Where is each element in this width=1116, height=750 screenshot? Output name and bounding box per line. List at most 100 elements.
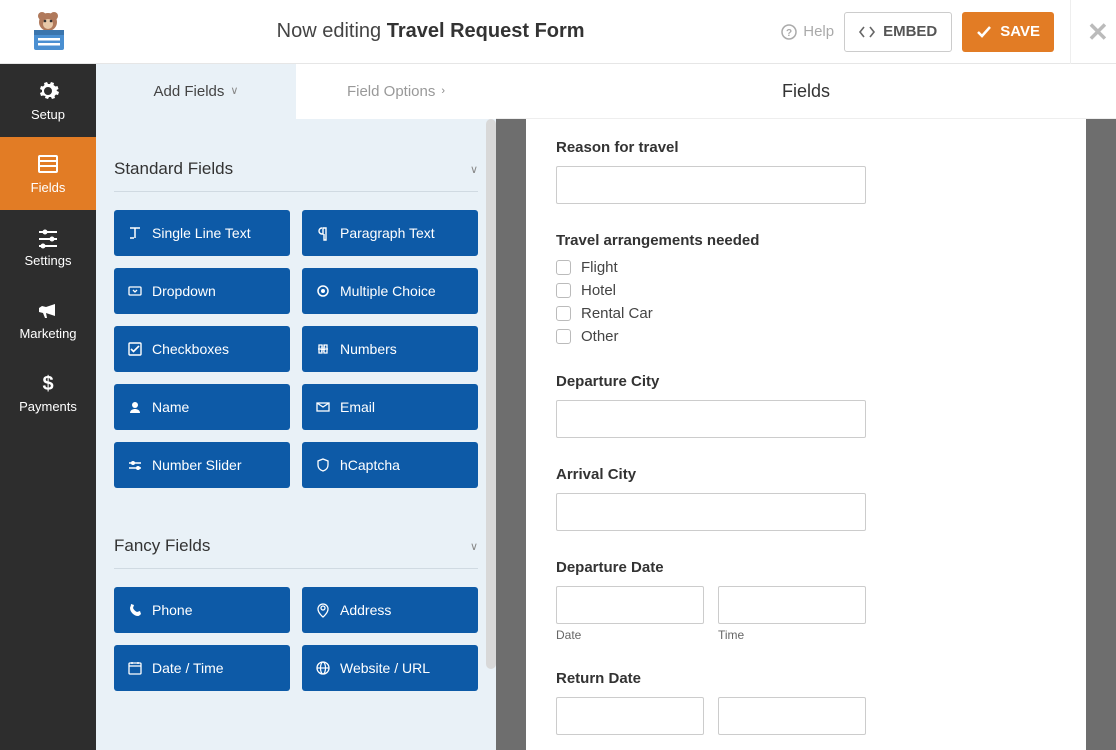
field-type-website-url[interactable]: Website / URL xyxy=(302,645,478,691)
field-type-address[interactable]: Address xyxy=(302,587,478,633)
time-input[interactable] xyxy=(718,697,866,735)
field-reason[interactable]: Reason for travel xyxy=(556,139,1056,204)
close-button[interactable]: ✕ xyxy=(1070,0,1100,64)
chevron-down-icon: ∨ xyxy=(470,540,478,553)
field-type-label: Paragraph Text xyxy=(340,225,435,241)
field-type-phone[interactable]: Phone xyxy=(114,587,290,633)
address-icon xyxy=(316,603,330,617)
text-input[interactable] xyxy=(556,400,866,438)
field-type-label: Website / URL xyxy=(340,660,430,676)
field-label: Reason for travel xyxy=(556,139,1056,156)
field-type-paragraph-text[interactable]: Paragraph Text xyxy=(302,210,478,256)
field-arrival-city[interactable]: Arrival City xyxy=(556,466,1056,531)
sliders-icon xyxy=(36,225,60,249)
field-type-label: Single Line Text xyxy=(152,225,251,241)
field-type-hcaptcha[interactable]: hCaptcha xyxy=(302,442,478,488)
field-type-label: Address xyxy=(340,602,391,618)
tab-add-fields[interactable]: Add Fields ∨ xyxy=(96,64,296,119)
hcaptcha-icon xyxy=(316,458,330,472)
date-input[interactable] xyxy=(556,697,704,735)
checkbox-label: Flight xyxy=(581,259,618,276)
svg-text:?: ? xyxy=(786,28,792,39)
sidebar-item-fields[interactable]: Fields xyxy=(0,137,96,210)
sidebar-item-setup[interactable]: Setup xyxy=(0,64,96,137)
numbers-icon: # xyxy=(316,342,330,356)
field-type-date-time[interactable]: Date / Time xyxy=(114,645,290,691)
field-arrangements[interactable]: Travel arrangements needed FlightHotelRe… xyxy=(556,232,1056,345)
svg-text:#: # xyxy=(320,344,325,354)
embed-button[interactable]: EMBED xyxy=(844,12,952,52)
checkbox-input[interactable] xyxy=(556,283,571,298)
field-type-label: Checkboxes xyxy=(152,341,229,357)
save-button[interactable]: SAVE xyxy=(962,12,1054,52)
text-input[interactable] xyxy=(556,166,866,204)
field-type-number-slider[interactable]: Number Slider xyxy=(114,442,290,488)
help-icon: ? xyxy=(781,24,797,40)
date-time-icon xyxy=(128,661,142,675)
checkbox-input[interactable] xyxy=(556,260,571,275)
form-icon xyxy=(36,152,60,176)
checkbox-input[interactable] xyxy=(556,306,571,321)
field-departure-city[interactable]: Departure City xyxy=(556,373,1056,438)
panel-scrollbar[interactable] xyxy=(486,119,496,669)
phone-icon xyxy=(128,603,142,617)
sidebar-item-marketing[interactable]: Marketing xyxy=(0,283,96,356)
sidebar-label: Setup xyxy=(31,107,65,122)
field-label: Arrival City xyxy=(556,466,1056,483)
bullhorn-icon xyxy=(36,298,60,322)
checkbox-option[interactable]: Rental Car xyxy=(556,305,1056,322)
text-input[interactable] xyxy=(556,493,866,531)
name-icon xyxy=(128,400,142,414)
field-type-label: Phone xyxy=(152,602,192,618)
checkbox-label: Rental Car xyxy=(581,305,653,322)
field-type-numbers[interactable]: # Numbers xyxy=(302,326,478,372)
preview-heading: Fields xyxy=(496,64,1116,119)
dollar-icon: $ xyxy=(36,371,60,395)
time-input[interactable] xyxy=(718,586,866,624)
field-type-label: Multiple Choice xyxy=(340,283,436,299)
field-type-dropdown[interactable]: Dropdown xyxy=(114,268,290,314)
sidebar-label: Fields xyxy=(31,180,66,195)
field-type-checkboxes[interactable]: Checkboxes xyxy=(114,326,290,372)
section-fancy-fields[interactable]: Fancy Fields ∨ xyxy=(114,514,478,569)
field-departure-date[interactable]: Departure Date Date Time xyxy=(556,559,1056,642)
website-url-icon xyxy=(316,661,330,675)
field-type-label: Number Slider xyxy=(152,457,241,473)
checkboxes-icon xyxy=(128,342,142,356)
tab-field-options[interactable]: Field Options › xyxy=(296,64,496,119)
code-icon xyxy=(859,25,875,39)
field-type-single-line-text[interactable]: Single Line Text xyxy=(114,210,290,256)
chevron-down-icon: ∨ xyxy=(470,163,478,176)
sidebar-item-payments[interactable]: $ Payments xyxy=(0,356,96,429)
checkbox-option[interactable]: Hotel xyxy=(556,282,1056,299)
section-standard-fields[interactable]: Standard Fields ∨ xyxy=(114,137,478,192)
field-type-name[interactable]: Name xyxy=(114,384,290,430)
chevron-down-icon: ∨ xyxy=(230,64,238,119)
checkbox-label: Hotel xyxy=(581,282,616,299)
checkbox-option[interactable]: Flight xyxy=(556,259,1056,276)
checkbox-input[interactable] xyxy=(556,329,571,344)
paragraph-text-icon xyxy=(316,226,330,240)
field-type-label: Date / Time xyxy=(152,660,224,676)
field-type-label: Numbers xyxy=(340,341,397,357)
field-type-label: Email xyxy=(340,399,375,415)
form-preview: Reason for travel Travel arrangements ne… xyxy=(526,119,1086,750)
help-link[interactable]: ? Help xyxy=(781,23,834,40)
field-return-date[interactable]: Return Date xyxy=(556,670,1056,735)
checkbox-label: Other xyxy=(581,328,619,345)
date-input[interactable] xyxy=(556,586,704,624)
number-slider-icon xyxy=(128,458,142,472)
sidebar: Setup Fields Settings Marketing $ Paymen… xyxy=(0,64,96,750)
field-type-multiple-choice[interactable]: Multiple Choice xyxy=(302,268,478,314)
sidebar-item-settings[interactable]: Settings xyxy=(0,210,96,283)
field-type-label: Dropdown xyxy=(152,283,216,299)
sidebar-label: Payments xyxy=(19,399,77,414)
multiple-choice-icon xyxy=(316,284,330,298)
app-logo xyxy=(16,0,80,64)
sidebar-label: Settings xyxy=(25,253,72,268)
field-type-email[interactable]: Email xyxy=(302,384,478,430)
field-label: Return Date xyxy=(556,670,1056,687)
checkbox-option[interactable]: Other xyxy=(556,328,1056,345)
field-label: Departure City xyxy=(556,373,1056,390)
page-title: Now editing Travel Request Form xyxy=(80,20,781,43)
